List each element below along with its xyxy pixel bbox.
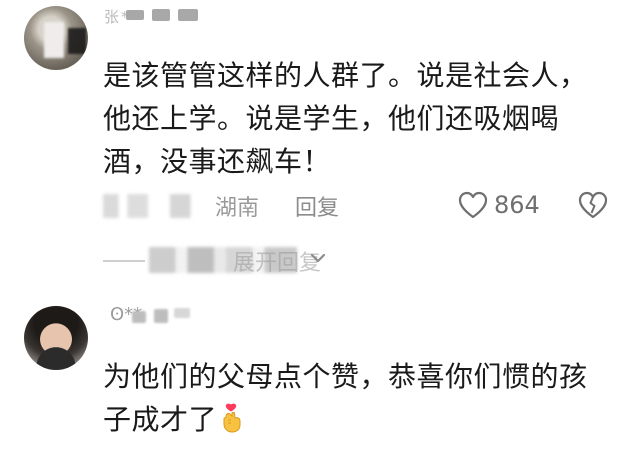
timestamp-mosaic	[103, 194, 215, 218]
username-mosaic	[126, 10, 144, 20]
like-button[interactable]: 864	[458, 188, 540, 222]
broken-heart-icon[interactable]	[578, 191, 608, 219]
finger-heart-emoji	[223, 403, 241, 433]
username-mosaic	[154, 309, 168, 323]
heart-outline-icon	[458, 191, 488, 219]
avatar-blur	[68, 28, 86, 54]
like-count: 864	[494, 191, 540, 219]
comment-text-container: 为他们的父母点个赞，恭喜你们惯的孩子成才了	[103, 355, 613, 441]
comment-text: 是该管管这样的人群了。说是社会人，他还上学。说是学生，他们还吸烟喝酒，没事还飙车…	[103, 59, 588, 178]
reply-button[interactable]: 回复	[295, 190, 339, 222]
username[interactable]: ʘ**	[104, 304, 204, 326]
location-label: 湖南	[215, 196, 260, 221]
avatar[interactable]	[24, 6, 88, 70]
username-mosaic	[178, 9, 198, 21]
username[interactable]: 张**	[104, 6, 216, 24]
expand-replies-label: 展开回复	[233, 251, 322, 276]
username-mosaic	[174, 308, 190, 318]
divider	[103, 260, 145, 262]
expand-replies[interactable]: 展开回复	[103, 243, 363, 277]
avatar-blur	[44, 22, 64, 58]
comment-text: 为他们的父母点个赞，恭喜你们惯的孩子成才了	[103, 360, 588, 436]
avatar[interactable]	[24, 306, 88, 370]
chevron-down-icon	[310, 253, 326, 263]
username-mosaic	[132, 311, 146, 323]
username-mosaic	[152, 9, 170, 21]
